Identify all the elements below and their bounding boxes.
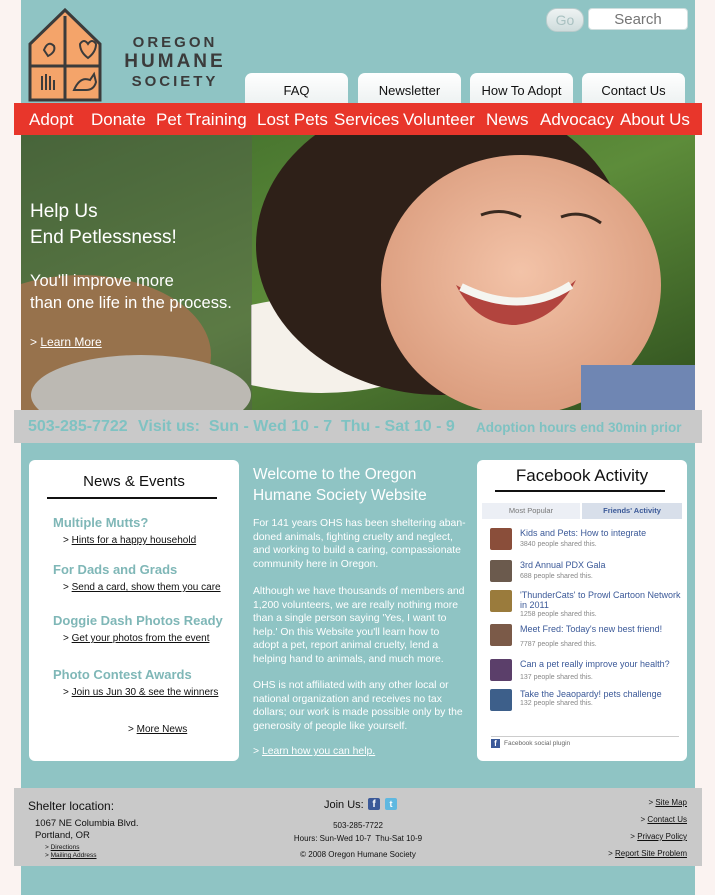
welcome-paragraph-2: Although we have thousands of members an… [253,586,465,665]
fb-item-title-line2[interactable]: in 2011 [520,600,549,610]
hero-sub-2: than one life in the process. [30,294,232,312]
welcome-title: Welcome to the Oregon Humane Society Web… [253,466,427,504]
org-name-line3: SOCIETY [131,73,219,90]
hero-headline-2: End Petlessness! [30,227,177,248]
welcome-paragraph-3: OHS is not affiliated with any other loc… [253,680,463,732]
nav-volunteer[interactable]: Volunteer [403,110,475,130]
news-heading-4[interactable]: Photo Contest Awards [53,667,192,682]
fb-item-shares: 7787 people shared this. [520,641,597,648]
fb-item-title[interactable]: Meet Fred: Today's new best friend! [520,624,662,634]
fb-thumbnail [490,624,512,646]
more-news-arrow: > [128,724,134,735]
welcome-learn-link-text[interactable]: Learn how you can help. [262,746,375,757]
facebook-footer-divider [491,736,679,737]
adoption-hours-note: Adoption hours end 30min prior [476,420,682,435]
fb-thumbnail [490,590,512,612]
facebook-divider [495,490,665,492]
report-problem-link[interactable]: > Report Site Problem [608,849,687,858]
news-divider [47,497,217,499]
welcome-paragraph-1: For 141 years OHS has been sheltering ab… [253,518,466,570]
hero-headline-1: Help Us [30,201,98,222]
hero-banner: Help Us End Petlessness! You'll improve … [21,135,695,410]
news-link-1-text[interactable]: Hints for a happy household [72,535,197,546]
facebook-plugin-label: Facebook social plugin [504,740,571,747]
news-link-1[interactable]: > Hints for a happy household [63,535,196,546]
search-input[interactable] [588,8,688,30]
footer-copyright: © 2008 Oregon Humane Society [300,850,416,859]
hours-bar: 503-285-7722 Visit us: Sun - Wed 10 - 7 … [14,410,702,443]
shelter-location-label: Shelter location: [28,799,115,813]
news-title: News & Events [83,473,185,490]
fb-item-title[interactable]: 3rd Annual PDX Gala [520,560,606,570]
news-link-4[interactable]: > Join us Jun 30 & see the winners [63,687,218,698]
hero-sub-1: You'll improve more [30,272,174,290]
report-problem-text[interactable]: Report Site Problem [615,849,687,858]
news-link-2-text[interactable]: Send a card, show them you care [72,582,221,593]
go-button[interactable]: Go [546,8,584,32]
nav-lost-pets[interactable]: Lost Pets [257,110,328,130]
nav-advocacy[interactable]: Advocacy [540,110,614,130]
privacy-policy-text[interactable]: Privacy Policy [637,832,687,841]
tab-most-popular[interactable]: Most Popular [482,503,580,519]
twitter-icon[interactable]: t [385,798,397,810]
visit-hours: Visit us: Sun - Wed 10 - 7 Thu - Sat 10 … [138,418,455,435]
join-us-label: Join Us: [324,799,364,811]
fb-thumbnail [490,528,512,550]
facebook-title: Facebook Activity [515,466,649,485]
fb-thumbnail [490,659,512,681]
facebook-logo-icon: f [491,739,500,748]
fb-item-title[interactable]: Take the Jeaopardy! pets challenge [520,689,662,699]
fb-item-title[interactable]: 'ThunderCats' to Prowl Cartoon Network [520,590,681,600]
org-name-line1: OREGON [132,34,218,51]
facebook-icon[interactable]: f [368,798,380,810]
org-name: OREGON HUMANE SOCIETY [120,34,230,90]
news-link-3[interactable]: > Get your photos from the event [63,633,209,644]
main-nav: Adopt Donate Pet Training Lost Pets Serv… [14,103,702,135]
footer-hours: Hours: Sun-Wed 10-7 Thu-Sat 10-9 [293,834,423,843]
news-link-4-text[interactable]: Join us Jun 30 & see the winners [72,687,219,698]
news-link-3-text[interactable]: Get your photos from the event [72,633,210,644]
org-name-line2: HUMANE [124,51,226,72]
nav-pet-training[interactable]: Pet Training [156,110,247,130]
footer: Shelter location: 1067 NE Columbia Blvd.… [14,788,702,866]
site-map-text[interactable]: Site Map [655,798,687,807]
logo-house-icon[interactable] [28,8,102,102]
fb-item-title[interactable]: Can a pet really improve your health? [520,659,670,669]
nav-news[interactable]: News [486,110,529,130]
nav-donate[interactable]: Donate [91,110,146,130]
tab-friends-activity[interactable]: Friends' Activity [582,503,682,519]
tab-how-to-adopt[interactable]: How To Adopt [470,73,573,103]
fb-item-shares: 132 people shared this. [520,700,593,707]
fb-item-shares: 1258 people shared this. [520,611,597,618]
site-map-link[interactable]: > Site Map [649,798,687,807]
tab-contact-us[interactable]: Contact Us [582,73,685,103]
more-news-link[interactable]: > More News [128,724,187,735]
contact-us-link[interactable]: > Contact Us [641,815,687,824]
footer-phone: 503-285-7722 [333,821,383,830]
welcome-learn-link[interactable]: > Learn how you can help. [253,745,468,759]
hero-learn-more-link[interactable]: Learn More [40,335,101,349]
news-link-2[interactable]: > Send a card, show them you care [63,582,221,593]
more-news-text[interactable]: More News [137,724,188,735]
fb-item-shares: 137 people shared this. [520,674,593,681]
tab-newsletter[interactable]: Newsletter [358,73,461,103]
news-heading-3[interactable]: Doggie Dash Photos Ready [53,613,223,628]
fb-item-shares: 3840 people shared this. [520,541,597,548]
nav-adopt[interactable]: Adopt [29,110,73,130]
fb-item-title[interactable]: Kids and Pets: How to integrate [520,528,646,538]
fb-thumbnail [490,560,512,582]
nav-services[interactable]: Services [334,110,399,130]
contact-us-text[interactable]: Contact Us [647,815,687,824]
tab-faq[interactable]: FAQ [245,73,348,103]
fb-thumbnail [490,689,512,711]
privacy-policy-link[interactable]: > Privacy Policy [630,832,687,841]
news-heading-2[interactable]: For Dads and Grads [53,562,177,577]
news-events-panel: News & Events [29,460,239,761]
fb-item-shares: 688 people shared this. [520,573,593,580]
hero-learn-more[interactable]: > Learn More [30,335,102,349]
news-heading-1[interactable]: Multiple Mutts? [53,515,148,530]
nav-about-us[interactable]: About Us [620,110,690,130]
hero-link-prefix: > [30,335,41,349]
phone-number: 503-285-7722 [28,418,128,435]
